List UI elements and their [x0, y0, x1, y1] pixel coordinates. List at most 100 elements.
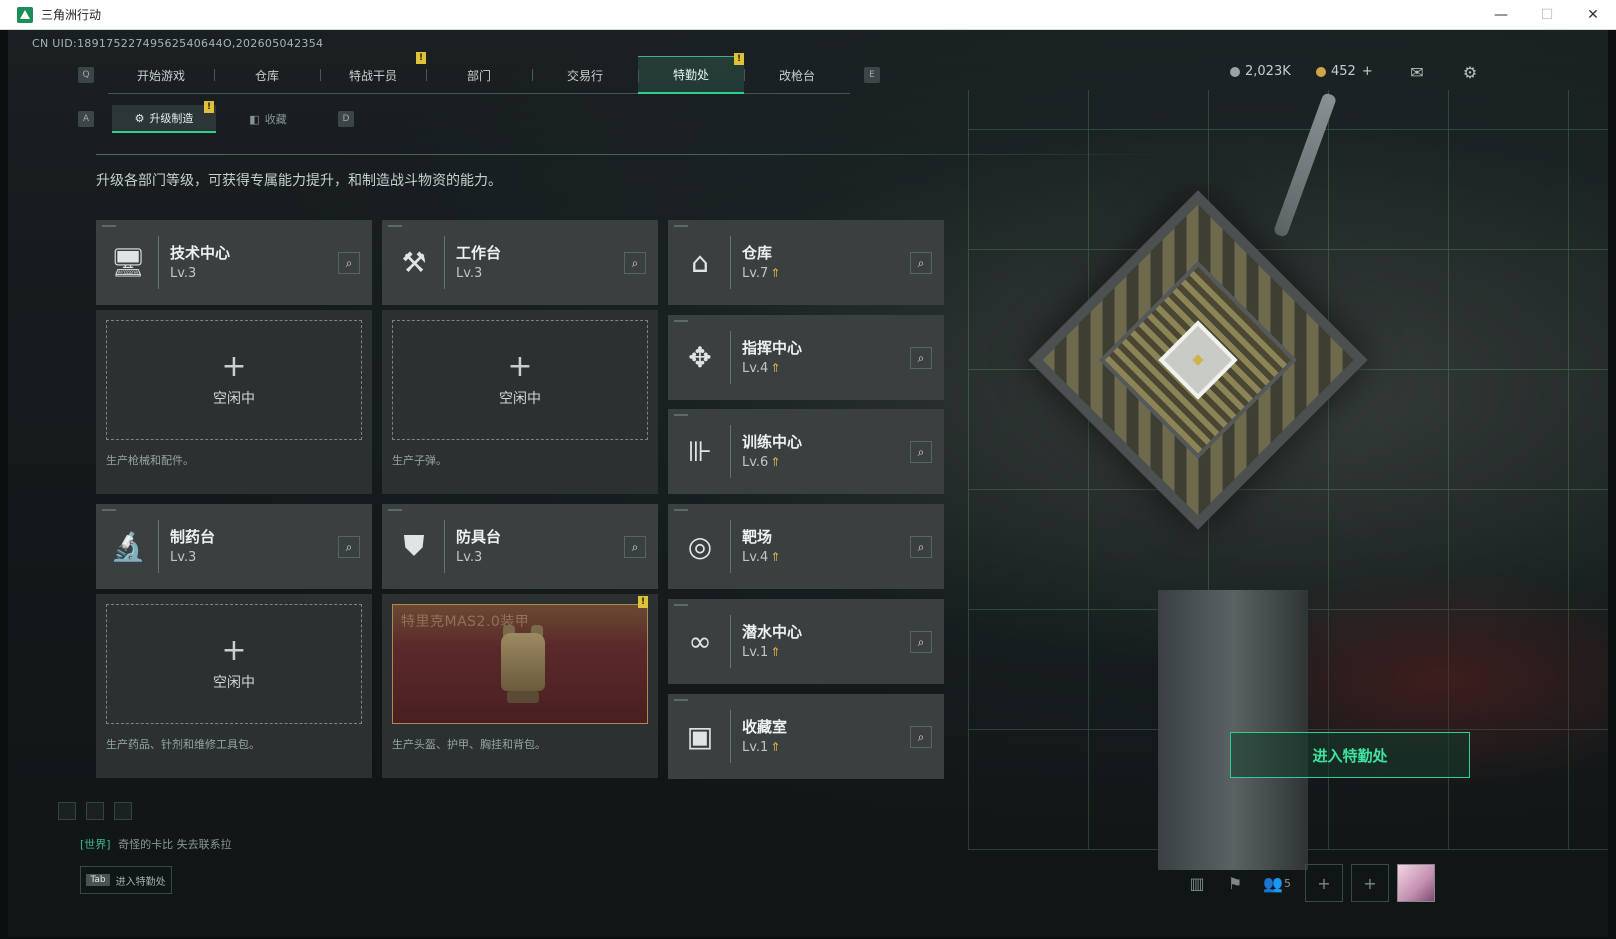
tab-start-game[interactable]: 开始游戏 [108, 56, 214, 94]
upgrade-available-icon: ⇑ [770, 740, 781, 754]
plus-icon: + [507, 349, 533, 384]
facility-card-training-center[interactable]: ⊪ 训练中心 Lv.6 ⇑ ⌕ [668, 409, 944, 494]
tab-gunsmith[interactable]: 改枪台 [744, 56, 850, 94]
tab-trading[interactable]: 交易行 [532, 56, 638, 94]
subnav-left-key[interactable]: A [78, 111, 94, 127]
gold-currency: 452 + [1316, 64, 1373, 79]
subnav-right-key[interactable]: D [338, 111, 354, 127]
gold-coin-icon [1316, 66, 1326, 77]
facility-name: 工作台 [456, 244, 502, 262]
facility-name: 训练中心 [742, 433, 803, 451]
upgrade-available-icon: ⇑ [770, 361, 781, 375]
alert-badge: ! [734, 53, 744, 65]
facility-level: Lv.3 [456, 550, 483, 565]
mail-icon[interactable]: ✉ [1406, 62, 1428, 82]
facility-card-armory[interactable]: ⛊ 防具台 Lv.3 ⌕ [382, 504, 658, 589]
quick-slot[interactable] [114, 802, 132, 820]
armor-icon: ⛊ [403, 529, 425, 562]
search-icon[interactable]: ⌕ [910, 726, 932, 748]
maximize-button[interactable]: ☐ [1524, 0, 1570, 30]
tab-operators[interactable]: 特战干员! [320, 52, 426, 94]
close-button[interactable]: ✕ [1570, 0, 1616, 30]
facility-card-collection-room[interactable]: ▣ 收藏室 Lv.1 ⇑ ⌕ [668, 694, 944, 779]
player-uid: CN UID:18917522749562540644O,20260504235… [32, 37, 324, 50]
search-icon[interactable]: ⌕ [624, 536, 646, 558]
nav-right-key[interactable]: E [864, 67, 880, 83]
tab-warehouse[interactable]: 仓库 [214, 56, 320, 94]
avatar[interactable] [1397, 864, 1435, 902]
facility-card-tech-center[interactable]: 🖥 技术中心 Lv.3 ⌕ [96, 220, 372, 305]
add-production-button[interactable]: + 空闲中 [392, 320, 648, 440]
gear-icon[interactable]: ⚙ [1459, 62, 1481, 82]
quick-slot[interactable] [58, 802, 76, 820]
tools-icon: ⚒ [401, 245, 427, 279]
idle-status: 空闲中 [213, 675, 255, 691]
quick-slot[interactable] [86, 802, 104, 820]
production-item-card[interactable]: 特里克MAS2.0装甲 [392, 604, 648, 724]
facility-level: Lv.4 [742, 550, 769, 565]
search-icon[interactable]: ⌕ [624, 252, 646, 274]
command-icon: ✥ [688, 340, 712, 374]
search-icon[interactable]: ⌕ [910, 631, 932, 653]
tab-hint-button[interactable]: Tab 进入特勤处 [80, 866, 172, 894]
facility-level: Lv.4 [742, 361, 769, 376]
search-icon[interactable]: ⌕ [910, 536, 932, 558]
enter-special-ops-button[interactable]: 进入特勤处 [1230, 732, 1470, 778]
facility-name: 靶场 [742, 528, 773, 546]
special-ops-cube[interactable] [1018, 180, 1378, 540]
facility-card-pharmacy[interactable]: 🔬 制药台 Lv.3 ⌕ [96, 504, 372, 589]
add-production-button[interactable]: + 空闲中 [106, 320, 362, 440]
facility-level: Lv.6 [742, 455, 769, 470]
production-slot-tech: + 空闲中 生产枪械和配件。 [96, 310, 372, 494]
facility-level: Lv.3 [456, 266, 483, 281]
nav-left-key[interactable]: Q [78, 67, 94, 83]
slot-caption: 生产药品、针剂和维修工具包。 [106, 738, 260, 751]
production-slot-pharmacy: + 空闲中 生产药品、针剂和维修工具包。 [96, 594, 372, 778]
slot-caption: 生产头盔、护甲、胸挂和背包。 [392, 738, 546, 751]
facility-card-warehouse[interactable]: ⌂ 仓库 Lv.7 ⇑ ⌕ [668, 220, 944, 305]
upgrade-available-icon: ⇑ [770, 455, 781, 469]
craft-icon: ⚙ [134, 111, 145, 125]
plus-icon: + [221, 633, 247, 668]
tab-upgrade-craft[interactable]: ⚙ 升级制造 ! [112, 101, 216, 133]
search-icon[interactable]: ⌕ [910, 252, 932, 274]
add-currency-button[interactable]: + [1362, 64, 1373, 79]
search-icon[interactable]: ⌕ [910, 347, 932, 369]
facility-level: Lv.3 [170, 550, 197, 565]
window-titlebar: 三角洲行动 — ☐ ✕ [0, 0, 1616, 30]
chat-channel: [世界] [80, 838, 111, 851]
sub-nav: A ⚙ 升级制造 ! ◧ 收藏 D [78, 101, 354, 133]
body-armor-image [497, 625, 549, 705]
idle-status: 空闲中 [213, 391, 255, 407]
facility-card-workbench[interactable]: ⚒ 工作台 Lv.3 ⌕ [382, 220, 658, 305]
facility-card-command-center[interactable]: ✥ 指挥中心 Lv.4 ⇑ ⌕ [668, 315, 944, 400]
facility-name: 制药台 [170, 528, 216, 546]
warehouse-icon: ⌂ [691, 245, 709, 279]
tab-collection[interactable]: ◧ 收藏 [216, 105, 320, 133]
main-nav: Q 开始游戏 仓库 特战干员! 部门 交易行 特勤处! 改枪台 E [78, 52, 880, 94]
facility-card-diving-center[interactable]: ∞ 潜水中心 Lv.1 ⇑ ⌕ [668, 599, 944, 684]
stats-icon[interactable]: ▥ [1178, 864, 1216, 902]
search-icon[interactable]: ⌕ [338, 536, 360, 558]
search-icon[interactable]: ⌕ [910, 441, 932, 463]
minimize-button[interactable]: — [1478, 0, 1524, 30]
tab-special-ops[interactable]: 特勤处! [638, 53, 744, 94]
tab-departments[interactable]: 部门 [426, 56, 532, 94]
chat-message: 奇怪的卡比 失去联系拉 [118, 838, 232, 851]
invite-slot-button[interactable]: + [1305, 864, 1343, 902]
facility-card-shooting-range[interactable]: ◎ 靶场 Lv.4 ⇑ ⌕ [668, 504, 944, 589]
chat-line[interactable]: [世界] 奇怪的卡比 失去联系拉 [80, 836, 232, 852]
search-icon[interactable]: ⌕ [338, 252, 360, 274]
alert-badge: ! [638, 596, 648, 608]
slot-caption: 生产子弹。 [392, 454, 447, 467]
facility-name: 收藏室 [742, 718, 788, 736]
facility-name: 仓库 [742, 244, 773, 262]
tab-key: Tab [86, 874, 110, 886]
add-production-button[interactable]: + 空闲中 [106, 604, 362, 724]
monitor-icon: 🖥 [110, 245, 146, 279]
window-title: 三角洲行动 [41, 8, 102, 22]
facility-name: 防具台 [456, 528, 502, 546]
game-viewport: CN UID:18917522749562540644O,20260504235… [8, 30, 1608, 937]
flag-icon[interactable]: ⚑ [1216, 864, 1254, 902]
invite-slot-button[interactable]: + [1351, 864, 1389, 902]
